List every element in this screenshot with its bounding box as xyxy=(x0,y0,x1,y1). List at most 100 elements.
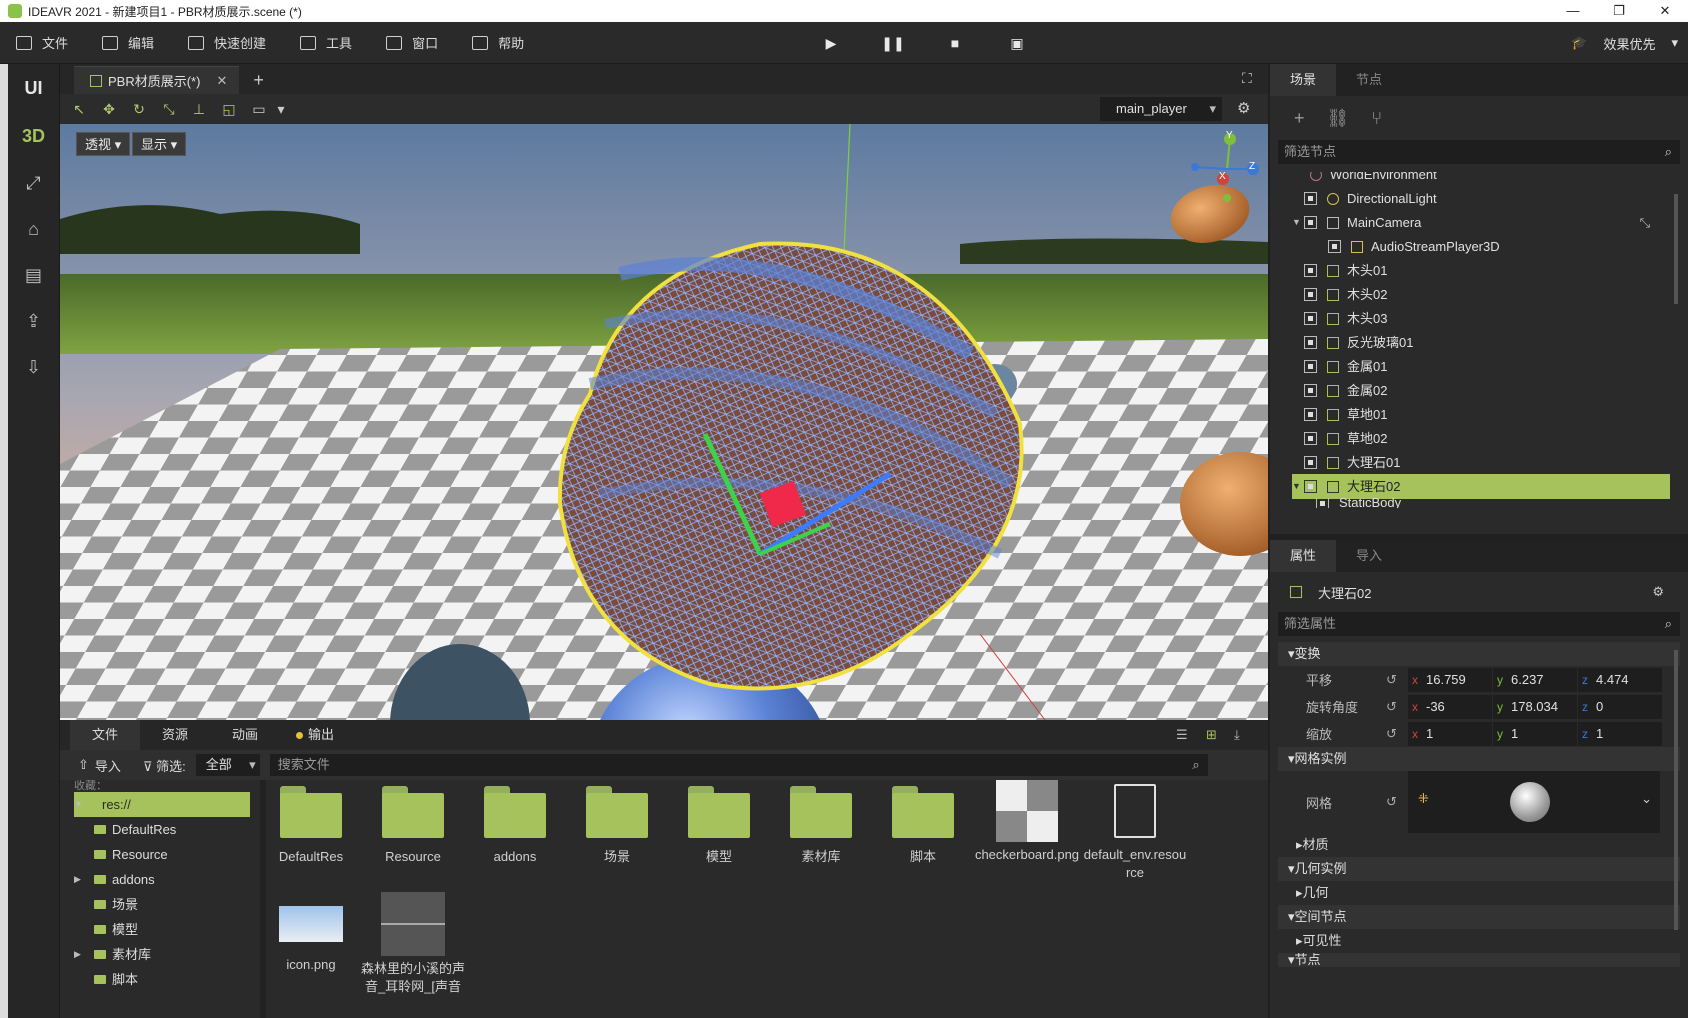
visibility-checkbox[interactable] xyxy=(1304,216,1317,229)
file-search-input[interactable]: 搜索文件 ⌕ xyxy=(269,754,1208,776)
node-wood-03[interactable]: 木头03 xyxy=(1270,306,1387,331)
file-item[interactable]: addons xyxy=(470,780,560,866)
visibility-checkbox[interactable] xyxy=(1304,288,1317,301)
visibility-checkbox[interactable] xyxy=(1304,336,1317,349)
ui-tab[interactable]: UI xyxy=(8,64,59,112)
settings-sliders-icon[interactable]: ⚙ xyxy=(1652,584,1664,600)
visibility-checkbox[interactable] xyxy=(1304,432,1317,445)
file-item[interactable]: 脚本 xyxy=(878,780,968,866)
pivot-tool-icon[interactable]: ⊥ xyxy=(184,101,214,118)
node-metal-01[interactable]: 金属01 xyxy=(1270,354,1387,379)
tree-row-defaultres[interactable]: DefaultRes xyxy=(60,817,260,842)
tab-node[interactable]: 节点 xyxy=(1336,64,1402,96)
minimize-button[interactable]: — xyxy=(1550,0,1596,22)
property-filter-input[interactable]: 筛选属性 ⌕ xyxy=(1278,612,1680,636)
rotate-z-field[interactable]: z0 xyxy=(1578,694,1662,719)
favorites-row[interactable]: 收藏： xyxy=(60,780,260,792)
tab-files[interactable]: 文件 xyxy=(70,720,140,750)
node-marble-01[interactable]: 大理石01 xyxy=(1270,450,1400,475)
node-grass-02[interactable]: 草地02 xyxy=(1270,426,1387,451)
translate-y-field[interactable]: y 6.237 xyxy=(1493,667,1577,692)
add-node-icon[interactable]: + xyxy=(1294,108,1305,129)
ruler-icon[interactable]: ▭ xyxy=(244,101,274,118)
file-item[interactable]: icon.png xyxy=(266,892,356,974)
chevron-down-icon[interactable]: ⌄ xyxy=(1641,791,1652,807)
curve-icon[interactable]: ⤢ xyxy=(8,160,59,206)
scale-z-field[interactable]: z1 xyxy=(1578,721,1662,746)
expand-icon[interactable]: ▼ xyxy=(1292,210,1304,235)
gear-icon[interactable]: ⚙ xyxy=(1237,94,1250,124)
tab-import[interactable]: 导入 xyxy=(1336,540,1402,572)
node-audio-player[interactable]: AudioStreamPlayer3D xyxy=(1270,234,1500,259)
import-button[interactable]: ⇧ 导入 xyxy=(78,756,121,775)
node-filter-input[interactable]: 筛选节点 ⌕ xyxy=(1278,140,1680,164)
file-item[interactable]: 场景 xyxy=(572,780,662,866)
pause-icon[interactable]: ❚❚ xyxy=(862,35,924,52)
perspective-button[interactable]: 透视 ▾ xyxy=(76,132,131,156)
tree-row-scenes[interactable]: 场景 xyxy=(60,892,260,917)
node-marble-02[interactable]: ▼ 大理石02 xyxy=(1292,474,1670,499)
reset-icon[interactable]: ↺ xyxy=(1386,672,1408,688)
node-static-body[interactable]: StaticBody xyxy=(1270,498,1401,508)
file-item[interactable]: 素材库 xyxy=(776,780,866,866)
ruler-dropdown-icon[interactable]: ▾ xyxy=(274,101,288,118)
expand-icon[interactable]: ▼ xyxy=(1292,474,1304,499)
filter-select[interactable]: 全部 xyxy=(195,754,260,776)
import-icon[interactable]: ⇩ xyxy=(8,344,59,390)
add-resource-icon[interactable]: ⁜ xyxy=(1418,791,1429,807)
visibility-checkbox[interactable] xyxy=(1304,480,1317,493)
visibility-checkbox[interactable] xyxy=(1304,456,1317,469)
reset-icon[interactable]: ↺ xyxy=(1386,726,1408,742)
node-wood-02[interactable]: 木头02 xyxy=(1270,282,1387,307)
file-item[interactable]: Resource xyxy=(368,780,458,866)
grid-view-icon[interactable]: ⊞ xyxy=(1206,727,1217,743)
node-glass-01[interactable]: 反光玻璃01 xyxy=(1270,330,1413,355)
rotate-y-field[interactable]: y 178.034 xyxy=(1493,694,1577,719)
node-main-camera[interactable]: ▼ MainCamera ⤡ xyxy=(1270,210,1650,235)
section-geometry-instance[interactable]: ▾几何实例 xyxy=(1278,857,1680,881)
material-row[interactable]: ▸材质 xyxy=(1270,833,1688,857)
tab-output[interactable]: 输出 xyxy=(280,720,350,750)
tab-properties[interactable]: 属性 xyxy=(1270,540,1336,572)
file-item[interactable]: DefaultRes xyxy=(266,780,356,866)
rotate-tool-icon[interactable]: ↻ xyxy=(124,101,154,118)
three-d-tab[interactable]: 3D xyxy=(8,112,59,160)
graduation-cap-icon[interactable]: 🎓 xyxy=(1571,35,1587,51)
visibility-checkbox[interactable] xyxy=(1304,408,1317,421)
tree-row-res[interactable]: ▼ res:// xyxy=(74,792,250,817)
properties-scrollbar[interactable] xyxy=(1674,650,1678,930)
restore-button[interactable]: ❐ xyxy=(1596,0,1642,22)
menu-edit[interactable]: 编辑 xyxy=(102,33,154,52)
player-select[interactable]: main_player xyxy=(1100,97,1222,121)
geometry-row[interactable]: ▸几何 xyxy=(1270,881,1688,905)
section-transform[interactable]: ▾变换 xyxy=(1278,642,1680,666)
translate-z-field[interactable]: z 4.474 xyxy=(1578,667,1662,692)
node-directional-light[interactable]: DirectionalLight xyxy=(1270,186,1437,211)
section-spatial[interactable]: ▾空间节点 xyxy=(1278,905,1680,929)
list-view-icon[interactable]: ☰ xyxy=(1176,727,1188,743)
node-world-environment[interactable]: WorldEnvironment xyxy=(1270,172,1437,187)
tab-scene[interactable]: 场景 xyxy=(1270,64,1336,96)
menu-file[interactable]: 文件 xyxy=(16,33,68,52)
menu-quick-create[interactable]: 快速创建 xyxy=(188,33,266,52)
visibility-checkbox[interactable] xyxy=(1304,360,1317,373)
section-node[interactable]: ▾节点 xyxy=(1278,953,1680,967)
visibility-checkbox[interactable] xyxy=(1304,264,1317,277)
close-tab-icon[interactable]: ✕ xyxy=(216,73,227,89)
section-mesh-instance[interactable]: ▾网格实例 xyxy=(1278,747,1680,771)
scene-scrollbar[interactable] xyxy=(1674,194,1678,304)
visibility-checkbox[interactable] xyxy=(1316,498,1329,508)
move-tool-icon[interactable]: ✥ xyxy=(94,101,124,118)
tab-animation[interactable]: 动画 xyxy=(210,720,280,750)
node-wood-01[interactable]: 木头01 xyxy=(1270,258,1387,283)
tree-row-library[interactable]: ▶ 素材库 xyxy=(60,942,260,967)
close-button[interactable]: ✕ xyxy=(1642,0,1688,22)
snap-tool-icon[interactable]: ◱ xyxy=(214,101,244,118)
maximize-icon[interactable]: ⛶ xyxy=(1242,70,1252,87)
assets-icon[interactable]: ▤ xyxy=(8,252,59,298)
tree-row-models[interactable]: 模型 xyxy=(60,917,260,942)
play-scene-icon[interactable]: ▣ xyxy=(986,35,1048,52)
node-metal-02[interactable]: 金属02 xyxy=(1270,378,1387,403)
store-icon[interactable]: ⌂ xyxy=(8,206,59,252)
file-item[interactable]: default_env.resource xyxy=(1082,780,1188,882)
